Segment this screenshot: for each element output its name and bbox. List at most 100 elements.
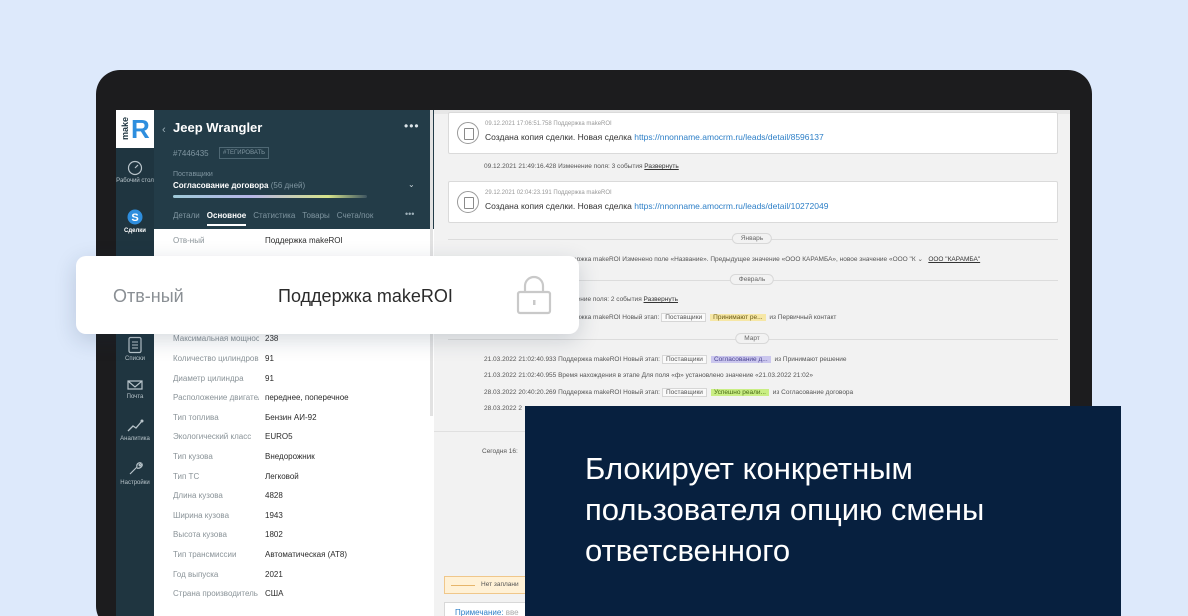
field-row[interactable]: Ширина кузова 1943	[173, 511, 423, 525]
tabs-more-icon[interactable]: •••	[405, 209, 414, 219]
field-row[interactable]: Максимальная мощность 238	[173, 334, 423, 348]
more-options-icon[interactable]: •••	[404, 119, 420, 133]
tab-products[interactable]: Товары	[302, 211, 330, 226]
field-value: 1943	[265, 511, 283, 520]
tab-statistics[interactable]: Статистика	[253, 211, 295, 226]
field-row[interactable]: Год выпуска 2021	[173, 570, 423, 584]
back-chevron-icon[interactable]: ‹	[162, 124, 166, 136]
deals-icon: S	[127, 209, 143, 225]
field-value: 4828	[265, 491, 283, 500]
value-link[interactable]: ООО "КАРАМБА"	[928, 256, 980, 263]
field-value: 2021	[265, 570, 283, 579]
svg-text:S: S	[131, 212, 138, 224]
sidebar-item-label: Настройки	[120, 480, 150, 486]
field-value: Автоматическая (AT8)	[265, 550, 348, 559]
field-value: Поддержка makeROI	[265, 236, 343, 245]
chevron-down-icon[interactable]: ⌄	[408, 180, 415, 189]
field-row[interactable]: Длина кузова 4828	[173, 491, 423, 505]
logo-letter: R	[131, 114, 150, 144]
field-row[interactable]: Тип ТС Легковой	[173, 472, 423, 486]
field-label: Экологический класс	[173, 432, 252, 441]
expand-link[interactable]: Развернуть	[644, 163, 678, 170]
sidebar-item-label: Списки	[125, 356, 145, 362]
lead-title: Jeep Wrangler	[173, 120, 263, 135]
field-value: переднее, поперечное	[265, 393, 349, 402]
field-label: Диаметр цилиндра	[173, 374, 244, 383]
field-label: Тип ТС	[173, 472, 200, 481]
sidebar-item-lists[interactable]: Списки	[116, 336, 154, 363]
field-label: Длина кузова	[173, 491, 223, 500]
today-label: Сегодня 16:	[482, 448, 518, 455]
sidebar-item-dashboard[interactable]: Рабочий стол	[116, 160, 154, 185]
field-row[interactable]: Тип кузова Внедорожник	[173, 452, 423, 466]
pipeline-name: Поставщики	[173, 171, 213, 178]
document-icon	[457, 122, 479, 144]
field-row[interactable]: Тип трансмиссии Автоматическая (AT8)	[173, 550, 423, 564]
lead-link[interactable]: https://nnonname.amocrm.ru/leads/detail/…	[634, 132, 823, 142]
field-label: Максимальная мощность	[173, 334, 259, 343]
field-value: Легковой	[265, 472, 299, 481]
note-text: Создана копия сделки. Новая сделка https…	[485, 201, 829, 211]
sidebar-item-label: Аналитика	[120, 436, 150, 442]
app-logo[interactable]: make R	[116, 110, 154, 148]
field-value: 91	[265, 354, 274, 363]
stage-days: (56 дней)	[270, 181, 306, 190]
field-row[interactable]: Расположение двигателя переднее, поперечн…	[173, 393, 423, 407]
field-label: Отв-ный	[113, 286, 184, 306]
expand-link[interactable]: Развернуть	[644, 296, 678, 303]
stage-name: Согласование договора	[173, 181, 269, 190]
sidebar-item-analytics[interactable]: Аналитика	[116, 418, 154, 443]
note-input-placeholder: вве	[505, 608, 519, 616]
field-row[interactable]: Тип топлива Бензин АИ-92	[173, 413, 423, 427]
feed-event: 21.03.2022 21:02:40.933 Поддержка makeRO…	[484, 355, 847, 364]
main-sidebar: make R Рабочий стол S Сделки Списки Почт…	[116, 110, 154, 616]
feed-event: 21.03.2022 21:02:40.955 Время нахождения…	[484, 372, 813, 379]
field-label: Тип кузова	[173, 452, 213, 461]
tab-details[interactable]: Детали	[173, 211, 200, 226]
note-text: Создана копия сделки. Новая сделка https…	[485, 132, 824, 142]
pipeline-chip: Поставщики	[661, 388, 707, 397]
sidebar-item-settings[interactable]: Настройки	[116, 460, 154, 487]
field-row[interactable]: Экологический класс EURO5	[173, 432, 423, 446]
field-row[interactable]: Количество цилиндров 91	[173, 354, 423, 368]
tab-invoices[interactable]: Счета/пок	[337, 211, 374, 226]
note-meta: 09.12.2021 17:06:51.758 Поддержка makeRO…	[485, 121, 612, 127]
lead-card-header: ‹ Jeep Wrangler ••• #7446435 #ТЕГИРОВАТЬ…	[154, 110, 434, 229]
feed-event: зменение поля: 2 события Развернуть	[562, 296, 678, 303]
sidebar-item-mail[interactable]: Почта	[116, 378, 154, 401]
field-label: Страна производитель	[173, 589, 258, 598]
field-label: Год выпуска	[173, 570, 219, 579]
locked-field-callout: Отв-ный Поддержка makeROI	[76, 256, 579, 334]
field-label: Высота кузова	[173, 530, 227, 539]
field-value: 1802	[265, 530, 283, 539]
sidebar-item-label: Почта	[126, 394, 144, 400]
stage-chip: Принимают ре...	[710, 314, 766, 321]
field-row[interactable]: Диаметр цилиндра 91	[173, 374, 423, 388]
feed-event: оддержка makeROI Новый этап: Поставщики Пр…	[562, 313, 837, 322]
field-label: Ширина кузова	[173, 511, 230, 520]
mail-icon	[127, 380, 143, 390]
field-value: Бензин АИ-92	[265, 413, 317, 422]
stage-select[interactable]: Согласование договора (56 дней)	[173, 181, 305, 190]
feed-event: оддержка makeROI Изменено поле «Название…	[562, 256, 981, 263]
month-label: Февраль	[729, 274, 775, 285]
sidebar-item-deals[interactable]: S Сделки	[116, 208, 154, 235]
pipeline-chip: Поставщики	[661, 313, 707, 322]
field-value: 238	[265, 334, 279, 343]
add-tag-button[interactable]: #ТЕГИРОВАТЬ	[219, 147, 270, 159]
field-label: Тип трансмиссии	[173, 550, 237, 559]
document-icon	[457, 191, 479, 213]
stage-chip: Согласование д...	[710, 356, 771, 363]
field-row[interactable]: Высота кузова 1802	[173, 530, 423, 544]
lead-link[interactable]: https://nnonname.amocrm.ru/leads/detail/…	[634, 201, 828, 211]
field-value: США	[265, 589, 284, 598]
lead-tabs: Детали Основное Статистика Товары Счета/…	[173, 211, 417, 226]
field-row[interactable]: Отв-ный Поддержка makeROI	[173, 236, 423, 250]
field-row[interactable]: Страна производитель США	[173, 589, 423, 603]
note-input-label: Примечание:	[455, 608, 504, 616]
field-value: 91	[265, 374, 274, 383]
sidebar-item-label: Сделки	[124, 228, 146, 234]
field-label: Отв-ный	[173, 236, 205, 245]
sidebar-item-label: Рабочий стол	[116, 178, 154, 184]
tab-main[interactable]: Основное	[206, 211, 247, 226]
